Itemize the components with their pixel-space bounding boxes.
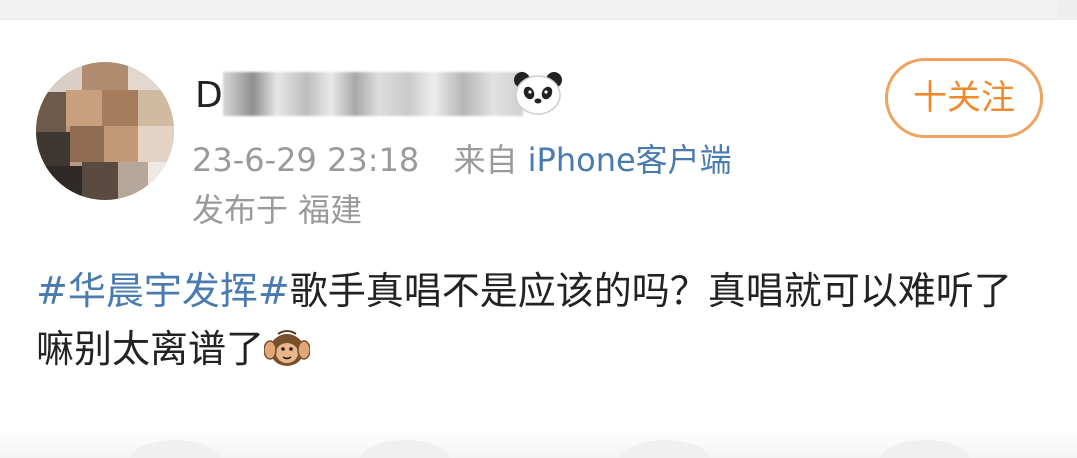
source-client-link[interactable]: iPhone客户端 (528, 141, 732, 179)
panda-emoji-icon (514, 72, 562, 115)
post-body: #华晨宇发挥#歌手真唱不是应该的吗？真唱就可以难听了嘛别太离谱了 (36, 262, 1046, 378)
follow-button[interactable]: 十关注 (885, 58, 1043, 138)
top-divider (0, 0, 1077, 20)
top-divider-panel (0, 0, 1058, 18)
hashtag-link[interactable]: #华晨宇发挥# (36, 269, 290, 313)
post-location: 发布于 福建 (192, 191, 363, 229)
post-meta: 23-6-29 23:18 来自 iPhone客户端 (192, 140, 732, 180)
username-visible-char: D (195, 75, 223, 116)
hear-no-evil-monkey-emoji-icon (264, 330, 311, 366)
weibo-post-screen: D 十关注 23-6-29 23:18 来自 iPhone客户端 发布于 福建 … (0, 0, 1077, 458)
avatar[interactable] (36, 62, 174, 200)
post-timestamp: 23-6-29 23:18 (192, 141, 420, 179)
username-blur (223, 72, 523, 116)
username[interactable]: D (195, 72, 525, 118)
source-prefix: 来自 (453, 141, 518, 179)
